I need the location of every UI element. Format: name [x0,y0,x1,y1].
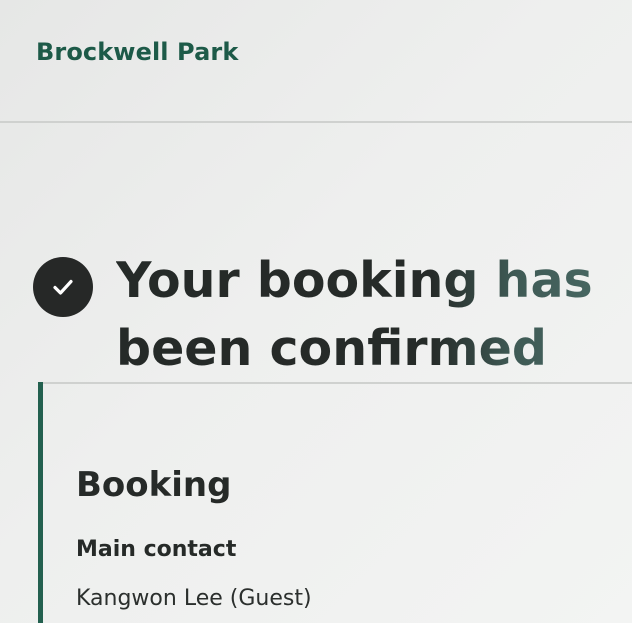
header-divider [0,121,632,123]
checkmark-icon [53,279,73,295]
booking-section-title: Booking [76,465,232,506]
section-divider [40,382,632,384]
main-contact-label: Main contact [76,537,237,562]
check-circle-icon [33,257,93,317]
confirmation-headline: Your booking has been confirmed [116,247,626,383]
panel-accent-bar [38,382,43,623]
main-contact-value: Kangwon Lee (Guest) [76,586,312,611]
brand-logo-text[interactable]: Brockwell Park [36,38,238,66]
site-header: Brockwell Park [0,0,632,122]
